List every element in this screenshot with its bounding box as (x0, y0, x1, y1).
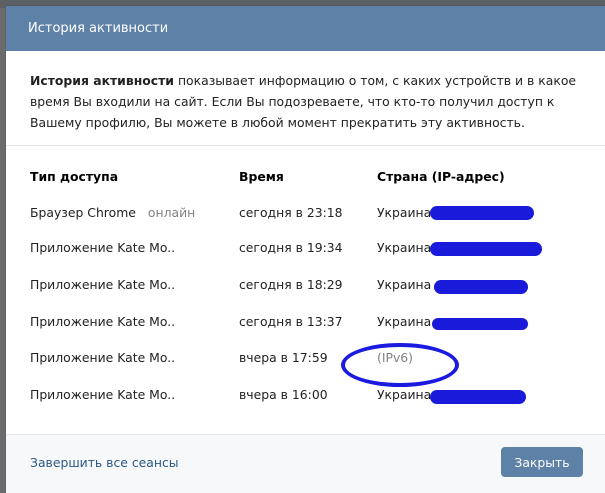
row-country: Украина (377, 387, 432, 402)
row-time: сегодня в 19:34 (239, 240, 343, 255)
end-all-sessions-link[interactable]: Завершить все сеансы (30, 455, 179, 470)
intro-bold: История активности (30, 73, 174, 88)
row-country: Украина (377, 240, 432, 255)
ip-redaction-mark (430, 390, 526, 404)
row-access: Приложение Kate Mo.. (30, 350, 176, 365)
row-time: сегодня в 18:29 (239, 277, 343, 292)
ip-redaction-mark (432, 318, 528, 330)
ip-redaction-mark (430, 206, 534, 220)
header-access-type: Тип доступа (30, 169, 119, 184)
ipv6-circle-mark (341, 343, 459, 387)
row-time: сегодня в 23:18 (239, 205, 343, 220)
row-access: Приложение Kate Mo.. (30, 387, 176, 402)
modal-title: История активности (28, 21, 169, 36)
row-country: Украина (377, 205, 432, 220)
row-access: Браузер Chrome онлайн (30, 205, 195, 220)
divider (6, 145, 605, 146)
row-time: вчера в 16:00 (239, 387, 328, 402)
header-country: Страна (IP-адрес) (377, 169, 505, 184)
header-time: Время (239, 169, 284, 184)
modal-header: История активности (6, 6, 605, 51)
row-access: Приложение Kate Mo.. (30, 314, 176, 329)
modal-footer: Завершить все сеансы Закрыть (6, 434, 605, 493)
row-time: сегодня в 13:37 (239, 314, 343, 329)
row-time: вчера в 17:59 (239, 350, 328, 365)
table-header: Тип доступа Время Страна (IP-адрес) (30, 169, 605, 189)
close-button[interactable]: Закрыть (501, 447, 583, 477)
online-status: онлайн (147, 205, 196, 220)
intro-text: История активности показывает информацию… (6, 51, 605, 133)
row-country: Украина (377, 314, 432, 329)
row-country: Украина (377, 277, 432, 292)
access-label: Браузер Chrome (30, 205, 136, 220)
activity-history-modal: История активности История активности по… (6, 6, 605, 493)
row-access: Приложение Kate Mo.. (30, 240, 176, 255)
ip-redaction-mark (434, 280, 528, 294)
ip-redaction-mark (430, 242, 542, 256)
row-access: Приложение Kate Mo.. (30, 277, 176, 292)
table-row: Приложение Kate Mo.. вчера в 17:59 (IPv6… (30, 350, 605, 370)
